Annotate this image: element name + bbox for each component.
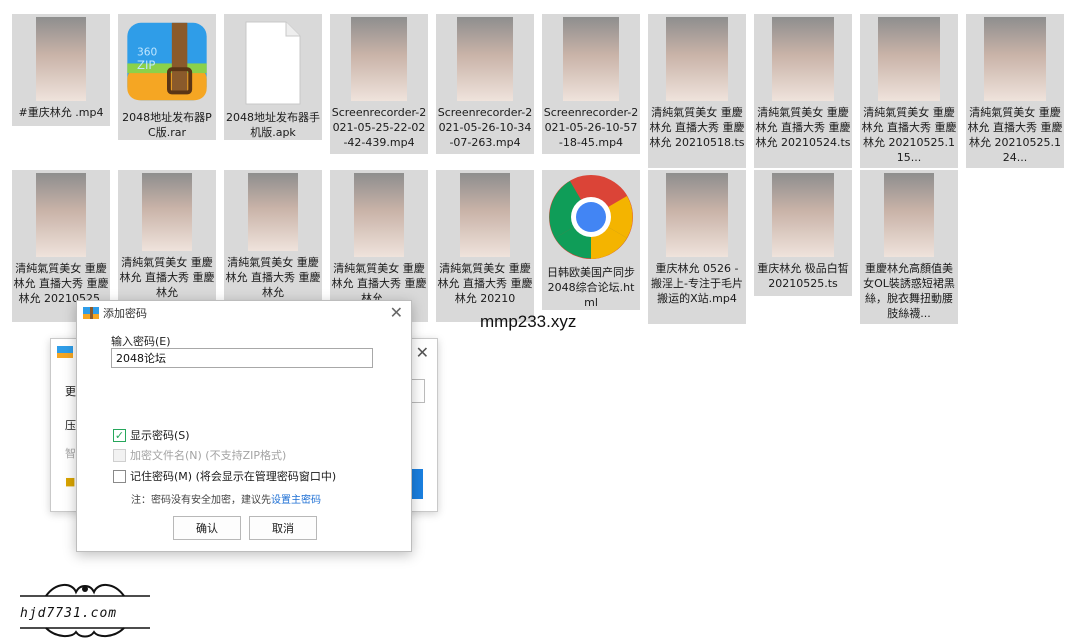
- checkbox-disabled-icon: [113, 448, 126, 462]
- file-name: 清純氣質美女 重慶林允 直播大秀 重慶林允 20210518.ts: [649, 106, 745, 149]
- file-name: 清純氣質美女 重慶林允 直播大秀 重慶林允: [119, 256, 215, 299]
- file-name: 清純氣質美女 重慶林允 直播大秀 重慶林允: [225, 256, 321, 299]
- archive-icon: [57, 346, 73, 358]
- remember-password-option[interactable]: 记住密码(M) (将会显示在管理密码窗口中): [113, 468, 336, 484]
- file-tile[interactable]: Screenrecorder-2021-05-26-10-57-18-45.mp…: [542, 14, 640, 154]
- video-thumbnail: [772, 173, 834, 257]
- ok-button[interactable]: 确认: [173, 516, 241, 540]
- zip-icon: 360 ZIP: [127, 22, 207, 101]
- security-note: 注：密码没有安全加密，建议先设置主密码: [131, 491, 321, 506]
- file-name: Screenrecorder-2021-05-26-10-57-18-45.mp…: [543, 106, 639, 149]
- video-thumbnail: [666, 173, 728, 257]
- password-input[interactable]: [111, 348, 373, 368]
- password-label: 输入密码(E): [111, 335, 171, 348]
- file-name: 清純氣質美女 重慶林允 直播大秀 重慶林允 20210: [437, 262, 533, 305]
- video-thumbnail: [248, 173, 298, 251]
- file-tile[interactable]: 清純氣質美女 重慶林允 直播大秀 重慶林允 20210518.ts: [648, 14, 746, 168]
- video-thumbnail: [878, 17, 940, 101]
- remember-password-label: 记住密码(M) (将会显示在管理密码窗口中): [130, 470, 337, 483]
- cancel-button[interactable]: 取消: [249, 516, 317, 540]
- file-name: 清純氣質美女 重慶林允 直播大秀 重慶林允 20210525.115...: [861, 106, 957, 164]
- peek-label: 更: [65, 385, 76, 398]
- file-name: Screenrecorder-2021-05-25-22-02-42-439.m…: [331, 106, 427, 149]
- file-name: 重庆林允 极品白皙 20210525.ts: [757, 262, 849, 290]
- file-name: #重庆林允 .mp4: [18, 106, 104, 119]
- lock-icon: ■: [65, 475, 76, 488]
- dialog-title: 添加密码: [103, 307, 147, 320]
- add-password-dialog: 添加密码 ✕ 输入密码(E) ✓ 显示密码(S) 加密文件名(N) (不支持ZI…: [76, 300, 412, 552]
- video-thumbnail: [563, 17, 619, 101]
- file-tile[interactable]: Screenrecorder-2021-05-26-10-34-07-263.m…: [436, 14, 534, 154]
- show-password-label: 显示密码(S): [130, 429, 190, 442]
- video-thumbnail: [457, 17, 513, 101]
- video-thumbnail: [36, 17, 86, 101]
- video-thumbnail: [460, 173, 510, 257]
- file-tile[interactable]: 重庆林允 0526 - 搬淫上-专注于毛片搬运的X站.mp4: [648, 170, 746, 324]
- dialog-titlebar: 添加密码: [77, 301, 411, 325]
- checkbox-checked-icon[interactable]: ✓: [113, 428, 126, 442]
- video-thumbnail: [984, 17, 1046, 101]
- show-password-option[interactable]: ✓ 显示密码(S): [113, 427, 190, 443]
- checkbox-icon[interactable]: [113, 469, 126, 483]
- archive-icon: [83, 307, 99, 319]
- file-name: Screenrecorder-2021-05-26-10-34-07-263.m…: [437, 106, 533, 149]
- video-thumbnail: [142, 173, 192, 251]
- video-thumbnail: [884, 173, 934, 257]
- file-name: 重庆林允 0526 - 搬淫上-专注于毛片搬运的X站.mp4: [651, 262, 743, 305]
- video-thumbnail: [772, 17, 834, 101]
- file-tile[interactable]: 清純氣質美女 重慶林允 直播大秀 重慶林允: [224, 170, 322, 300]
- file-tile[interactable]: Screenrecorder-2021-05-25-22-02-42-439.m…: [330, 14, 428, 154]
- video-thumbnail: [351, 17, 407, 101]
- file-tile[interactable]: 清純氣質美女 重慶林允 直播大秀 重慶林允 20210525.124...: [966, 14, 1064, 168]
- file-tile[interactable]: 清純氣質美女 重慶林允 直播大秀 重慶林允: [118, 170, 216, 300]
- peek-label: 智: [65, 447, 76, 460]
- file-tile[interactable]: 重庆林允 极品白皙 20210525.ts: [754, 170, 852, 296]
- file-tile[interactable]: #重庆林允 .mp4: [12, 14, 110, 126]
- video-thumbnail: [354, 173, 404, 257]
- file-name: 重慶林允高顏值美女OL裝誘惑短裙黑絲，脫衣舞扭動腰肢絲襪...: [863, 262, 955, 320]
- file-name: 日韩欧美国产同步 2048综合论坛.html: [547, 266, 635, 309]
- file-tile[interactable]: 360 ZIP 2048地址发布器PC版.rar: [118, 14, 216, 140]
- file-name: 2048地址发布器手机版.apk: [226, 111, 320, 139]
- blank-file-icon: [245, 21, 301, 105]
- watermark-logo-text: hjd7731.com: [20, 606, 118, 621]
- file-tile[interactable]: 清純氣質美女 重慶林允 直播大秀 重慶林允 20210525.115...: [860, 14, 958, 168]
- file-tile[interactable]: 2048地址发布器手机版.apk: [224, 14, 322, 140]
- encrypt-filenames-label: 加密文件名(N) (不支持ZIP格式): [130, 449, 287, 462]
- file-tile[interactable]: 重慶林允高顏值美女OL裝誘惑短裙黑絲，脫衣舞扭動腰肢絲襪...: [860, 170, 958, 324]
- peek-label: 压: [65, 419, 76, 432]
- video-thumbnail: [36, 173, 86, 257]
- svg-text:ZIP: ZIP: [137, 58, 155, 72]
- file-name: 清純氣質美女 重慶林允 直播大秀 重慶林允 20210525.124...: [967, 106, 1063, 164]
- file-tile[interactable]: 日韩欧美国产同步 2048综合论坛.html: [542, 170, 640, 310]
- svg-text:360: 360: [137, 46, 158, 59]
- file-tile[interactable]: 清純氣質美女 重慶林允 直播大秀 重慶林允 20210: [436, 170, 534, 322]
- file-name: 清純氣質美女 重慶林允 直播大秀 重慶林允 20210524.ts: [755, 106, 851, 149]
- chrome-icon: [549, 175, 633, 259]
- watermark-url: mmp233.xyz: [480, 312, 577, 331]
- close-icon[interactable]: ✕: [390, 303, 403, 322]
- file-tile[interactable]: 清純氣質美女 重慶林允 直播大秀 重慶林允 20210524.ts: [754, 14, 852, 168]
- file-name: 2048地址发布器PC版.rar: [122, 111, 212, 139]
- set-master-password-link[interactable]: 设置主密码: [271, 495, 321, 506]
- video-thumbnail: [666, 17, 728, 101]
- note-text: 注：密码没有安全加密，建议先: [131, 495, 271, 506]
- close-icon[interactable]: ✕: [416, 343, 429, 362]
- encrypt-filenames-option: 加密文件名(N) (不支持ZIP格式): [113, 447, 286, 463]
